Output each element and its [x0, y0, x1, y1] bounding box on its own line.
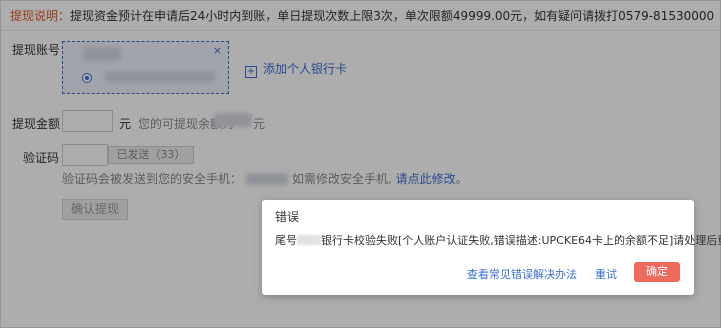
msg-body: 银行卡校验失败[个人账户认证失败,错误描述:UPCKE64卡上的余额不足]请处理…	[321, 234, 721, 247]
retry-button[interactable]: 重试	[595, 266, 617, 282]
dialog-title: 错误	[275, 210, 300, 224]
error-message: 尾号 银行卡校验失败[个人账户认证失败,错误描述:UPCKE64卡上的余额不足]请…	[275, 232, 721, 248]
ok-button[interactable]: 确定	[634, 262, 680, 282]
msg-prefix: 尾号	[275, 234, 297, 247]
error-dialog: 错误 尾号 银行卡校验失败[个人账户认证失败,错误描述:UPCKE64卡上的余额不…	[262, 200, 721, 295]
faq-link[interactable]: 查看常见错误解决办法	[467, 266, 577, 282]
card-tail-masked	[297, 235, 321, 245]
